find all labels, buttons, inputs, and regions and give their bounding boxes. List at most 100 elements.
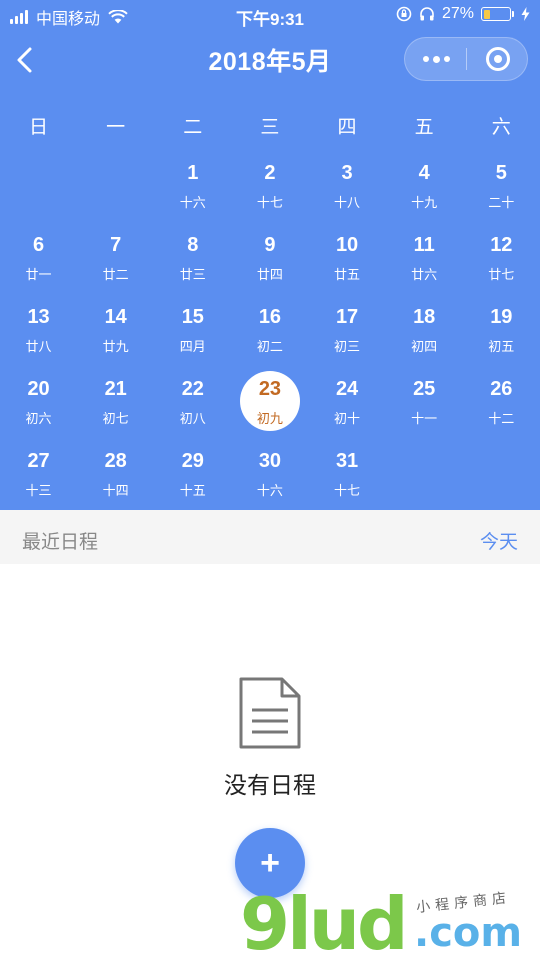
- empty-state-text: 没有日程: [224, 772, 316, 798]
- watermark-main: 9lud: [240, 882, 409, 960]
- day-cell[interactable]: 7 廿二: [77, 222, 154, 294]
- day-cell[interactable]: 16 初二: [231, 294, 308, 366]
- close-button[interactable]: [467, 38, 529, 80]
- lunar-date: 十四: [102, 483, 129, 498]
- weekday-label: 日: [29, 117, 49, 138]
- day-number: 30: [258, 450, 282, 472]
- day-cell[interactable]: 13 廿八: [0, 294, 77, 366]
- day-cell[interactable]: 18 初四: [386, 294, 463, 366]
- day-number: 4: [418, 162, 430, 184]
- day-number: 26: [490, 378, 513, 400]
- lunar-date: 十七: [256, 195, 283, 210]
- headphones-icon: [420, 7, 434, 21]
- day-number: 9: [264, 234, 276, 256]
- day-cell[interactable]: 24 初十: [309, 366, 386, 438]
- lunar-date: 廿四: [256, 267, 283, 282]
- day-cell[interactable]: 2 十七: [231, 150, 308, 222]
- lunar-date: 十七: [334, 483, 361, 498]
- day-cell[interactable]: 22 初八: [154, 366, 231, 438]
- day-cell[interactable]: 11 廿六: [386, 222, 463, 294]
- weekday-label: 四: [337, 117, 357, 138]
- day-cell[interactable]: 14 廿九: [77, 294, 154, 366]
- day-number: 6: [33, 234, 45, 256]
- day-cell[interactable]: 4 十九: [386, 150, 463, 222]
- lunar-date: 廿八: [25, 339, 52, 354]
- day-cell[interactable]: 15 四月: [154, 294, 231, 366]
- day-cell[interactable]: 28 十四: [77, 438, 154, 510]
- lunar-date: 廿一: [25, 267, 52, 282]
- day-cell[interactable]: 30 十六: [231, 438, 308, 510]
- lunar-date: 廿二: [102, 267, 129, 282]
- app-screen: 中国移动 下午9:31 27% 2018年5月 日 一 二 三 四 五 六 1 …: [0, 0, 540, 960]
- day-cell[interactable]: 25 十一: [386, 366, 463, 438]
- day-number: 21: [104, 378, 127, 400]
- day-cell[interactable]: 3 十八: [309, 150, 386, 222]
- lunar-date: 初四: [411, 339, 438, 354]
- lunar-date: 初八: [179, 411, 206, 426]
- lunar-date: 十二: [488, 411, 515, 426]
- day-number: 23: [258, 378, 282, 400]
- empty-day-cell: [463, 438, 540, 510]
- day-number: 3: [341, 162, 353, 184]
- lunar-date: 初七: [102, 411, 129, 426]
- document-icon: [239, 677, 301, 749]
- lunar-date: 十五: [179, 483, 206, 498]
- day-cell[interactable]: 17 初三: [309, 294, 386, 366]
- lunar-date: 廿九: [102, 339, 129, 354]
- week-row: 6 廿一 7 廿二 8 廿三 9 廿四 10 廿五 11 廿六 12 廿七: [0, 222, 540, 294]
- day-cell[interactable]: 21 初七: [77, 366, 154, 438]
- day-number: 27: [27, 450, 50, 472]
- lunar-date: 十三: [25, 483, 52, 498]
- empty-day-cell: [386, 438, 463, 510]
- day-cell[interactable]: 5 二十: [463, 150, 540, 222]
- day-cell[interactable]: 31 十七: [309, 438, 386, 510]
- watermark-domain: .com: [414, 910, 523, 956]
- more-dots-icon: [422, 56, 429, 62]
- weekday-label: 六: [491, 117, 511, 138]
- day-cell[interactable]: 6 廿一: [0, 222, 77, 294]
- empty-day-cell: [77, 150, 154, 222]
- day-number: 14: [104, 306, 127, 328]
- status-bar: 中国移动 下午9:31 27%: [0, 0, 540, 32]
- day-cell[interactable]: 8 廿三: [154, 222, 231, 294]
- day-cell[interactable]: 9 廿四: [231, 222, 308, 294]
- empty-day-cell: [0, 150, 77, 222]
- weekday-label: 三: [260, 117, 280, 138]
- day-cell-today[interactable]: 23 初九: [231, 366, 308, 438]
- day-cell[interactable]: 20 初六: [0, 366, 77, 438]
- lunar-date: 十九: [411, 195, 438, 210]
- lunar-date: 十一: [411, 411, 438, 426]
- week-row: 27 十三 28 十四 29 十五 30 十六 31 十七: [0, 438, 540, 510]
- day-number: 17: [335, 306, 359, 328]
- lunar-date: 初三: [334, 339, 361, 354]
- lunar-date: 十六: [256, 483, 283, 498]
- day-cell[interactable]: 27 十三: [0, 438, 77, 510]
- day-number: 13: [27, 306, 50, 328]
- battery-icon: [481, 7, 514, 21]
- day-number: 12: [490, 234, 513, 256]
- week-row: 13 廿八 14 廿九 15 四月 16 初二 17 初三 18 初四 19 初五: [0, 294, 540, 366]
- day-cell[interactable]: 12 廿七: [463, 222, 540, 294]
- more-button[interactable]: [405, 38, 467, 80]
- day-cell[interactable]: 1 十六: [154, 150, 231, 222]
- day-cell[interactable]: 26 十二: [463, 366, 540, 438]
- day-number: 7: [110, 234, 122, 256]
- day-number: 19: [490, 306, 513, 328]
- today-button[interactable]: 今天: [480, 527, 518, 554]
- orientation-lock-icon: [396, 6, 412, 22]
- day-number: 25: [413, 378, 436, 400]
- day-number: 1: [187, 162, 199, 184]
- day-number: 24: [335, 378, 359, 400]
- plus-icon: +: [260, 843, 280, 882]
- recent-schedule-title: 最近日程: [22, 532, 99, 553]
- day-number: 31: [335, 450, 359, 472]
- day-number: 18: [413, 306, 436, 328]
- day-cell[interactable]: 29 十五: [154, 438, 231, 510]
- lunar-date: 十八: [334, 195, 361, 210]
- day-number: 11: [413, 234, 435, 256]
- day-cell[interactable]: 19 初五: [463, 294, 540, 366]
- day-number: 2: [264, 162, 276, 184]
- charging-bolt-icon: [521, 7, 530, 21]
- day-cell[interactable]: 10 廿五: [309, 222, 386, 294]
- weekday-label: 五: [414, 117, 434, 138]
